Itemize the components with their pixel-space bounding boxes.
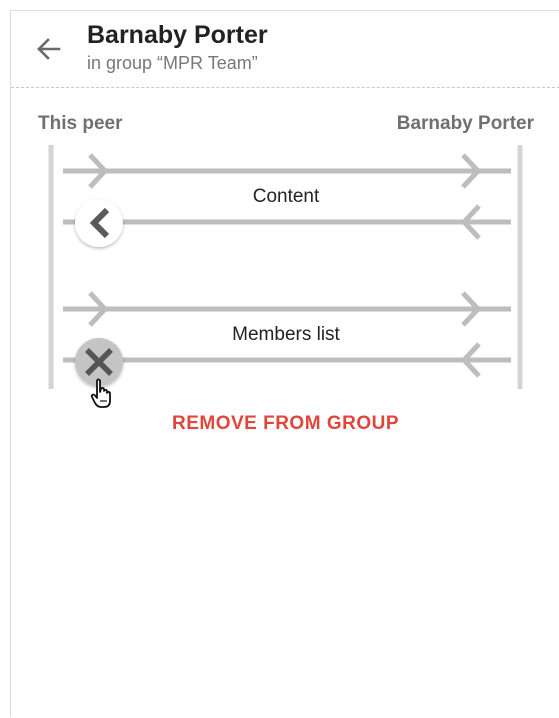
exchange-2-status-badge[interactable] <box>75 338 123 386</box>
exchange-1-status-badge[interactable] <box>75 199 123 247</box>
exchange-2-outgoing <box>63 291 511 327</box>
arrow-right-icon <box>88 291 109 327</box>
page-title: Barnaby Porter <box>87 21 268 49</box>
exchange-label-members-list: Members list <box>232 324 340 345</box>
app-frame: Barnaby Porter in group “MPR Team” This … <box>10 10 559 717</box>
exchange-2-incoming <box>63 342 511 378</box>
exchange-1-incoming <box>63 204 511 240</box>
arrow-right-icon <box>461 153 482 189</box>
remove-from-group-button[interactable]: REMOVE FROM GROUP <box>11 413 559 435</box>
arrow-left-icon <box>37 38 61 60</box>
back-button[interactable] <box>33 33 65 65</box>
peer-label-remote: Barnaby Porter <box>396 113 534 134</box>
peer-label-this: This peer <box>38 113 123 134</box>
arrow-left-icon <box>460 342 481 378</box>
arrow-right-icon <box>88 153 109 189</box>
page-subtitle: in group “MPR Team” <box>87 53 258 73</box>
arrow-right-icon <box>461 291 482 327</box>
exchange-label-content: Content <box>252 186 320 207</box>
arrow-left-icon <box>460 204 481 240</box>
exchange-1-outgoing <box>63 153 511 189</box>
header: Barnaby Porter in group “MPR Team” <box>11 11 559 88</box>
